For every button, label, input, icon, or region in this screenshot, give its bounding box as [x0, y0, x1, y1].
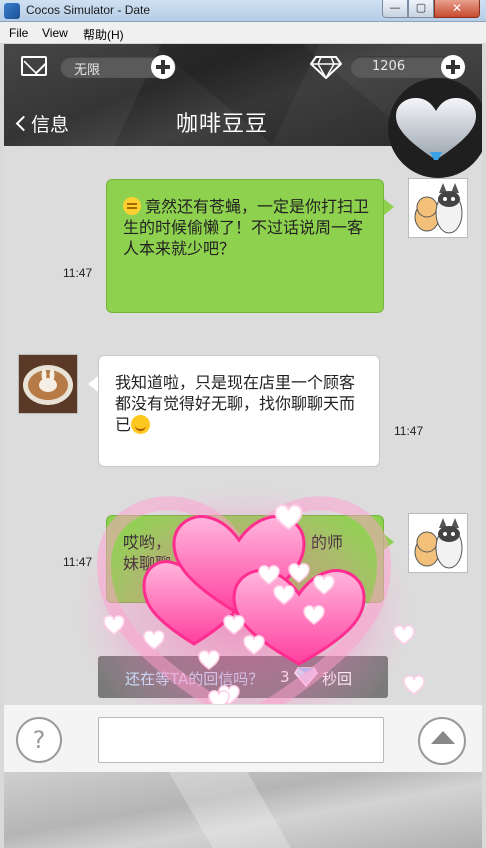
message-bubble[interactable]: 我知道啦，只是现在店里一个顾客都没有觉得好无聊，找你聊聊天而已 [98, 355, 380, 467]
minimize-button[interactable]: — [382, 0, 408, 18]
game-screen: 无限 1206 信息 咖啡豆豆 11:47 竟然还有苍蝇，一定是你打扫卫生的时候… [4, 44, 482, 848]
neutral-emoji-icon [123, 197, 141, 215]
message-time: 11:47 [394, 424, 424, 438]
chat-title: 咖啡豆豆 [176, 112, 269, 137]
message-text-part1: 哎哟， [123, 533, 172, 552]
affection-heart-badge[interactable] [388, 78, 482, 178]
minimize-icon: — [389, 1, 401, 14]
question-icon: ? [32, 726, 46, 754]
close-button[interactable]: ✕ [434, 0, 480, 18]
waiting-reply-bar[interactable]: 还在等TA的回信吗？ 3 秒回 [98, 656, 388, 698]
smile-emoji-icon [131, 415, 151, 434]
expand-options-button[interactable] [418, 717, 466, 765]
window-title: Cocos Simulator - Date [26, 3, 151, 17]
instant-reply-label: 秒回 [322, 670, 353, 688]
cat-dog-avatar[interactable] [408, 513, 468, 573]
diamond-cost: 3 [280, 668, 290, 686]
message-bubble[interactable]: 竟然还有苍蝇，一定是你打扫卫生的时候偷懒了！不过话说周一客人本来就少吧？ [106, 179, 384, 313]
chevron-left-icon [15, 115, 32, 132]
help-button[interactable]: ? [16, 717, 62, 763]
maximize-icon: ▢ [415, 1, 427, 14]
heart-icon [396, 98, 476, 160]
hearts-effect [74, 484, 425, 744]
app-icon [4, 3, 20, 19]
message-text: 竟然还有苍蝇，一定是你打扫卫生的时候偷懒了！不过话说周一客人本来就少吧？ [123, 197, 370, 258]
mail-icon[interactable] [21, 56, 47, 76]
waiting-reply-text: 还在等TA的回信吗？ [125, 670, 264, 688]
message-input[interactable] [98, 717, 384, 763]
coffee-avatar[interactable] [18, 354, 78, 414]
menu-help[interactable]: 帮助(H) [83, 26, 124, 43]
message-text: 我知道啦，只是现在店里一个顾客都没有觉得好无聊，找你聊聊天而已 [115, 373, 356, 434]
message-text-part2: 的师 [311, 533, 344, 552]
title-bar: Cocos Simulator - Date — ▢ ✕ [0, 0, 486, 22]
diamond-icon [310, 56, 342, 79]
bottom-panel [4, 772, 482, 848]
cat-dog-avatar-icon [409, 514, 467, 572]
input-bar: ? [4, 704, 482, 772]
menu-view[interactable]: View [42, 26, 68, 40]
message-time: 11:47 [63, 555, 93, 569]
energy-label: 无限 [74, 63, 101, 78]
coffee-cup-icon [19, 355, 77, 413]
simulator-window: Cocos Simulator - Date — ▢ ✕ File View 帮… [0, 0, 486, 848]
cat-dog-avatar-icon [409, 179, 467, 237]
diamond-count: 1206 [372, 59, 406, 74]
back-label: 信息 [31, 114, 70, 136]
close-icon: ✕ [451, 1, 463, 15]
message-text-part3: 妹聊聊 [123, 554, 172, 573]
maximize-button[interactable]: ▢ [408, 0, 434, 18]
diamond-icon [294, 667, 318, 687]
menu-bar: File View 帮助(H) [0, 22, 486, 44]
add-diamond-icon[interactable] [441, 55, 465, 79]
add-energy-icon[interactable] [151, 55, 175, 79]
back-button[interactable]: 信息 [15, 110, 70, 137]
message-bubble[interactable]: 哎哟， 的师 妹聊聊 [106, 515, 384, 603]
message-time: 11:47 [63, 266, 93, 280]
cat-dog-avatar[interactable] [408, 178, 468, 238]
menu-file[interactable]: File [9, 26, 28, 40]
